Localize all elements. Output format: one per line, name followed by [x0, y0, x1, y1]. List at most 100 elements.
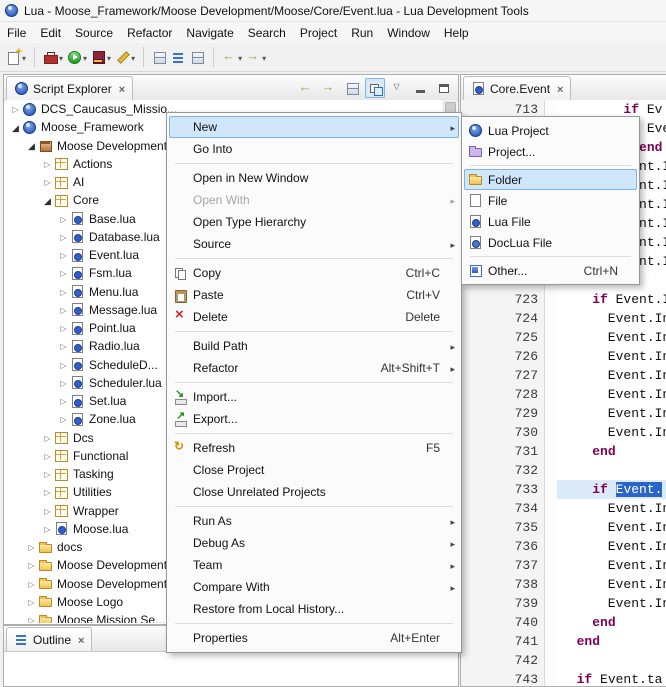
menu-item-properties[interactable]: PropertiesAlt+Enter	[169, 627, 459, 649]
tab-script-explorer[interactable]: Script Explorer	[6, 76, 133, 100]
fast-view-button[interactable]	[188, 47, 207, 68]
menubar-item-run[interactable]: Run	[344, 24, 380, 42]
external-tools-button[interactable]	[41, 47, 65, 68]
forward-button[interactable]	[319, 78, 339, 98]
dropdown-caret-icon[interactable]	[106, 50, 111, 64]
menubar-item-project[interactable]: Project	[293, 24, 344, 42]
collapsed-twistie-icon[interactable]	[57, 322, 70, 334]
menu-item-open-type-hierarchy[interactable]: Open Type Hierarchy	[169, 211, 459, 233]
forward-button[interactable]	[244, 47, 268, 68]
collapsed-twistie-icon[interactable]	[41, 523, 54, 535]
menu-item-file[interactable]: File	[464, 190, 637, 211]
collapsed-twistie-icon[interactable]	[25, 596, 38, 608]
dropdown-caret-icon[interactable]	[237, 50, 242, 64]
collapsed-twistie-icon[interactable]	[57, 377, 70, 389]
back-button[interactable]	[296, 78, 316, 98]
menu-item-refactor[interactable]: RefactorAlt+Shift+T	[169, 357, 459, 379]
menu-item-new[interactable]: New	[169, 116, 459, 138]
menu-item-folder[interactable]: Folder	[464, 169, 637, 190]
maximize-button[interactable]	[434, 78, 454, 98]
menubar-item-edit[interactable]: Edit	[33, 24, 68, 42]
tab-outline[interactable]: Outline	[6, 627, 92, 651]
lua-icon	[70, 211, 85, 226]
menu-item-import[interactable]: Import...	[169, 386, 459, 408]
collapsed-twistie-icon[interactable]	[57, 304, 70, 316]
minimize-button[interactable]	[411, 78, 431, 98]
menubar-item-source[interactable]: Source	[68, 24, 120, 42]
collapsed-twistie-icon[interactable]	[57, 231, 70, 243]
menu-item-restore-from-local-history[interactable]: Restore from Local History...	[169, 598, 459, 620]
menu-item-other[interactable]: Other...Ctrl+N	[464, 260, 637, 281]
lua-icon	[70, 394, 85, 409]
expanded-twistie-icon[interactable]	[9, 122, 22, 133]
show-view-button[interactable]	[169, 47, 188, 68]
menubar-item-search[interactable]: Search	[241, 24, 293, 42]
menu-item-build-path[interactable]: Build Path	[169, 335, 459, 357]
menu-item-delete[interactable]: DeleteDelete	[169, 306, 459, 328]
collapsed-twistie-icon[interactable]	[57, 340, 70, 352]
menu-item-refresh[interactable]: RefreshF5	[169, 437, 459, 459]
dropdown-caret-icon[interactable]	[130, 50, 135, 64]
menu-item-export[interactable]: Export...	[169, 408, 459, 430]
collapsed-twistie-icon[interactable]	[41, 450, 54, 462]
menu-item-doclua-file[interactable]: DocLua File	[464, 232, 637, 253]
close-icon[interactable]	[75, 633, 84, 647]
collapsed-twistie-icon[interactable]	[41, 158, 54, 170]
menu-item-source[interactable]: Source	[169, 233, 459, 255]
mark-occurrences-button[interactable]	[113, 47, 137, 68]
menubar-item-window[interactable]: Window	[380, 24, 437, 42]
collapsed-twistie-icon[interactable]	[57, 395, 70, 407]
run-button[interactable]	[65, 47, 89, 68]
menu-item-go-into[interactable]: Go Into	[169, 138, 459, 160]
menu-item-team[interactable]: Team	[169, 554, 459, 576]
dropdown-caret-icon[interactable]	[82, 50, 87, 64]
collapsed-twistie-icon[interactable]	[25, 541, 38, 553]
collapsed-twistie-icon[interactable]	[57, 249, 70, 261]
collapsed-twistie-icon[interactable]	[41, 176, 54, 188]
menubar-item-refactor[interactable]: Refactor	[120, 24, 179, 42]
menubar-item-help[interactable]: Help	[437, 24, 476, 42]
coverage-button[interactable]	[89, 47, 113, 68]
menu-item-run-as[interactable]: Run As	[169, 510, 459, 532]
close-icon[interactable]	[554, 82, 563, 96]
collapsed-twistie-icon[interactable]	[57, 359, 70, 371]
back-button[interactable]	[220, 47, 244, 68]
collapsed-twistie-icon[interactable]	[57, 213, 70, 225]
menu-item-open-with[interactable]: Open With	[169, 189, 459, 211]
link-with-editor-button[interactable]	[365, 78, 385, 98]
menubar-item-navigate[interactable]: Navigate	[179, 24, 240, 42]
collapsed-twistie-icon[interactable]	[25, 614, 38, 623]
close-icon[interactable]	[116, 82, 125, 96]
dropdown-caret-icon[interactable]	[58, 50, 63, 64]
collapsed-twistie-icon[interactable]	[25, 578, 38, 590]
menu-item-paste[interactable]: PasteCtrl+V	[169, 284, 459, 306]
new-wizard-button[interactable]	[4, 47, 28, 68]
collapse-all-button[interactable]	[342, 78, 362, 98]
tab-core-event[interactable]: Core.Event	[463, 76, 571, 100]
collapsed-twistie-icon[interactable]	[57, 267, 70, 279]
collapsed-twistie-icon[interactable]	[57, 413, 70, 425]
expanded-twistie-icon[interactable]	[25, 140, 38, 151]
menu-item-close-project[interactable]: Close Project	[169, 459, 459, 481]
open-perspective-button[interactable]	[150, 47, 169, 68]
collapsed-twistie-icon[interactable]	[41, 468, 54, 480]
menu-item-project[interactable]: Project...	[464, 141, 637, 162]
menubar-item-file[interactable]: File	[0, 24, 33, 42]
collapsed-twistie-icon[interactable]	[41, 486, 54, 498]
collapsed-twistie-icon[interactable]	[25, 559, 38, 571]
menu-item-close-unrelated-projects[interactable]: Close Unrelated Projects	[169, 481, 459, 503]
dropdown-caret-icon[interactable]	[261, 50, 266, 64]
view-menu-button[interactable]	[388, 78, 408, 98]
menu-item-lua-project[interactable]: Lua Project	[464, 120, 637, 141]
collapsed-twistie-icon[interactable]	[57, 286, 70, 298]
menu-item-copy[interactable]: CopyCtrl+C	[169, 262, 459, 284]
collapsed-twistie-icon[interactable]	[41, 505, 54, 517]
collapsed-twistie-icon[interactable]	[9, 103, 22, 115]
collapsed-twistie-icon[interactable]	[41, 432, 54, 444]
expanded-twistie-icon[interactable]	[41, 195, 54, 206]
tree-item-label: docs	[57, 540, 82, 554]
menu-item-compare-with[interactable]: Compare With	[169, 576, 459, 598]
menu-item-debug-as[interactable]: Debug As	[169, 532, 459, 554]
menu-item-open-in-new-window[interactable]: Open in New Window	[169, 167, 459, 189]
menu-item-lua-file[interactable]: Lua File	[464, 211, 637, 232]
